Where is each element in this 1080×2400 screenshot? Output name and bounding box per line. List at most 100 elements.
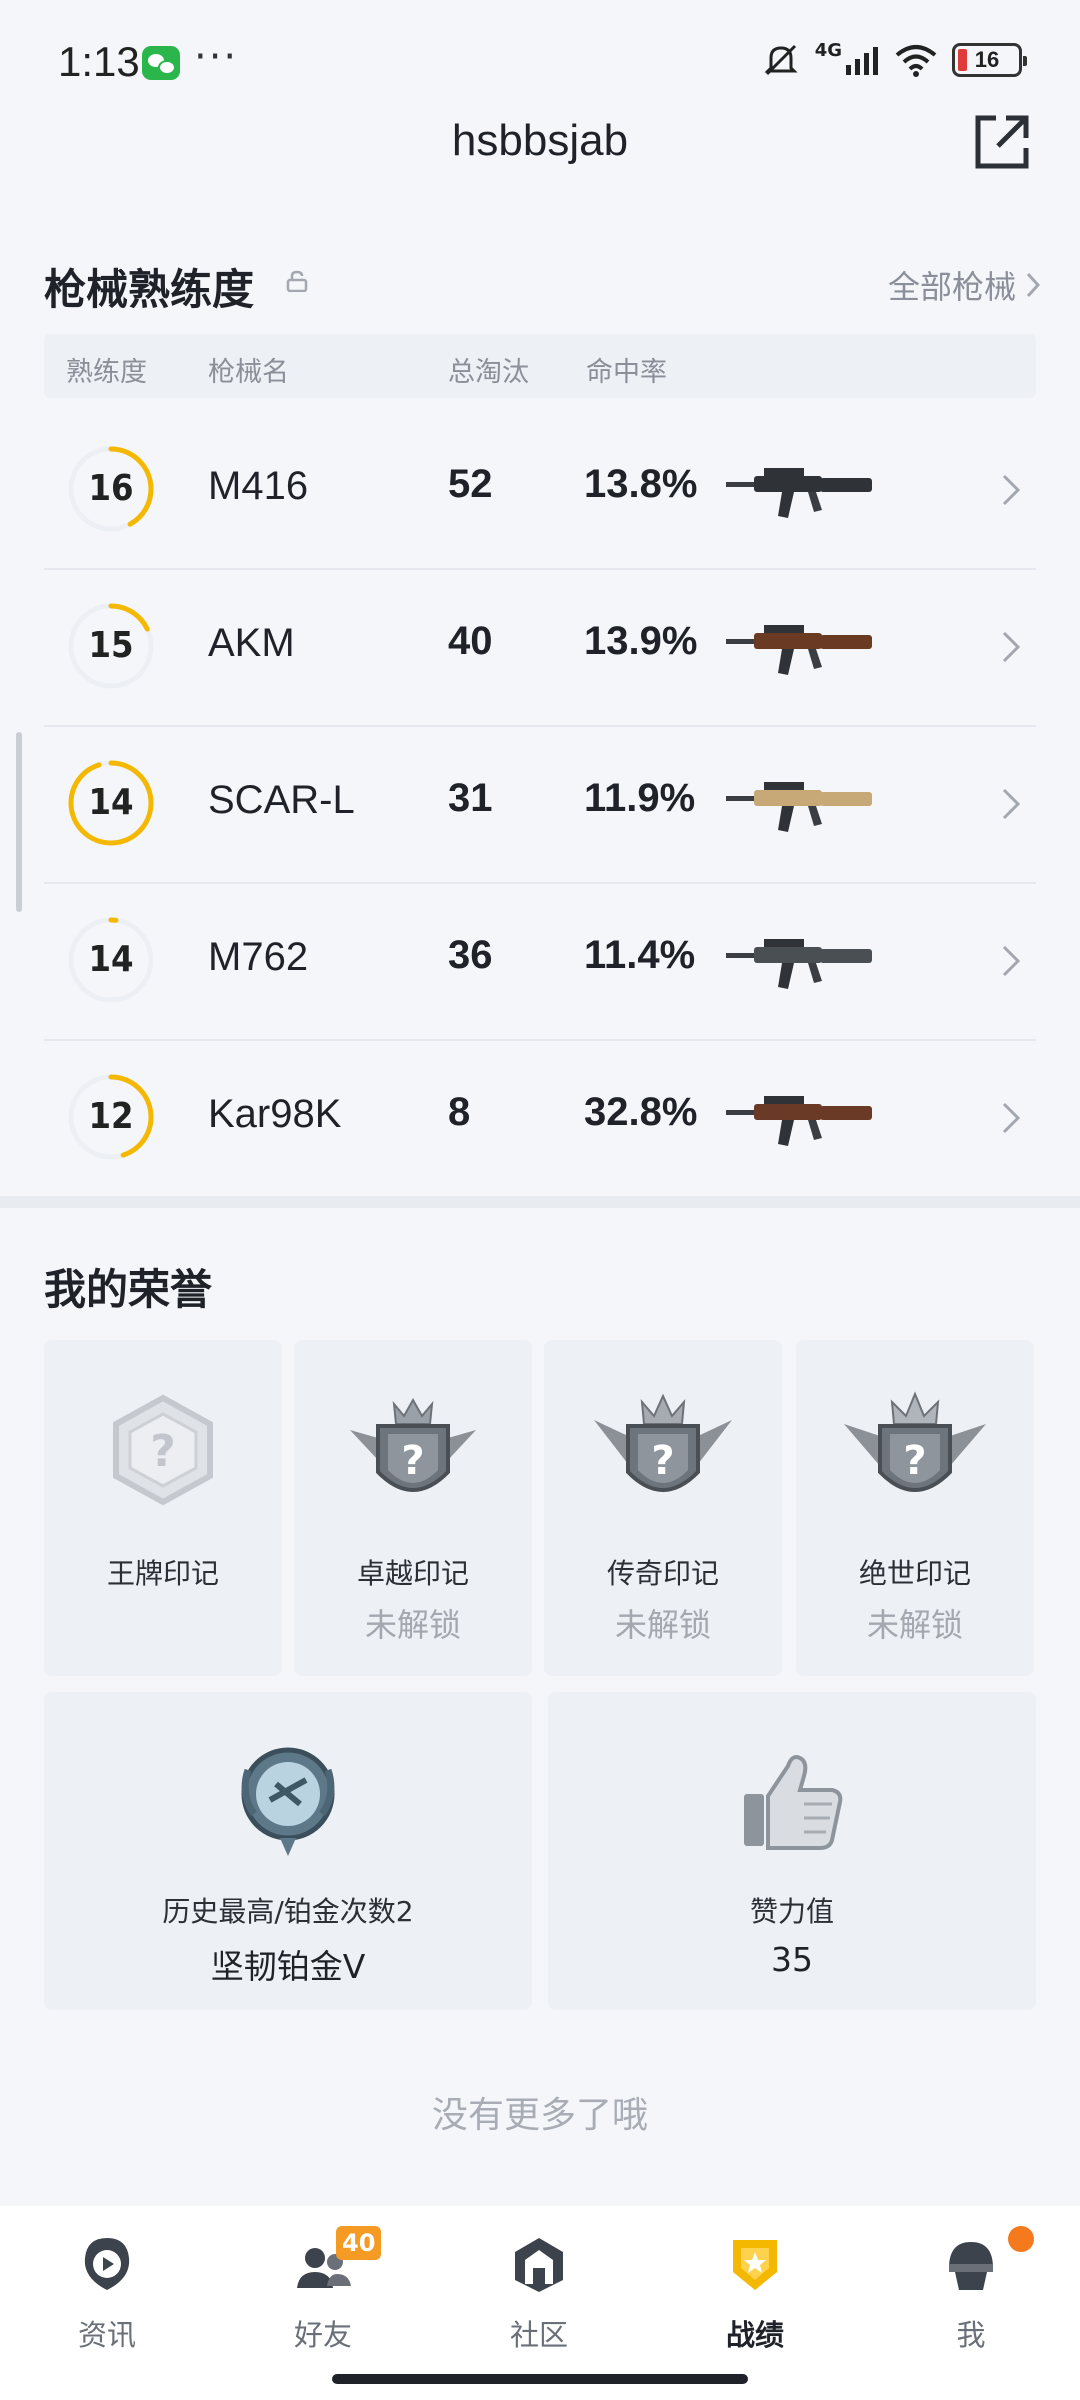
weapon-mastery-title: 枪械熟练度 <box>44 265 255 314</box>
likes-label: 赞力值 <box>749 1895 834 1928</box>
mastery-level: 16 <box>88 468 134 509</box>
badge-card-legend[interactable]: ? 传奇印记 未解锁 <box>544 1340 782 1676</box>
scar-rifle-icon <box>726 782 872 832</box>
mastery-level: 14 <box>88 782 134 823</box>
badge-status: 未解锁 <box>364 1606 461 1644</box>
wifi-icon <box>895 45 937 77</box>
svg-text:?: ? <box>903 1438 926 1484</box>
records-icon <box>733 2240 777 2290</box>
badge-name: 传奇印记 <box>606 1557 719 1590</box>
col-weapon-name: 枪械名 <box>208 357 289 388</box>
rank-value: 坚韧铂金V <box>210 1947 366 1986</box>
nav-label: 资讯 <box>77 2318 136 2352</box>
weapon-kills: 40 <box>448 619 493 663</box>
chevron-right-icon <box>1002 788 1021 820</box>
svg-text:?: ? <box>150 1426 176 1477</box>
weapon-row[interactable]: 12 Kar98K 8 32.8% <box>44 1042 1036 1198</box>
assault-rifle-icon <box>726 468 872 518</box>
mastery-level: 12 <box>88 1096 134 1137</box>
badge-name: 王牌印记 <box>106 1557 219 1590</box>
bottom-nav: 资讯 40 好友 社区 战绩 我 <box>0 2206 1080 2400</box>
rank-label: 历史最高/铂金次数2 <box>162 1895 414 1928</box>
col-total-kills: 总淘汰 <box>448 357 529 388</box>
end-of-list-text: 没有更多了哦 <box>431 2095 648 2136</box>
likes-card[interactable]: 赞力值 35 <box>548 1692 1036 2010</box>
weapon-name: AKM <box>208 621 295 665</box>
badge-card-excellence[interactable]: ? 卓越印记 未解锁 <box>294 1340 532 1676</box>
weapon-row[interactable]: 16 M416 52 13.8% <box>44 414 1036 570</box>
community-icon <box>515 2238 563 2292</box>
signal-icon <box>846 47 878 75</box>
weapon-row[interactable]: 14 M762 36 11.4% <box>44 885 1036 1041</box>
friends-badge: 40 <box>336 2226 382 2260</box>
scroll-indicator <box>16 732 22 912</box>
section-divider <box>0 1196 1080 1208</box>
akm-rifle-icon <box>726 625 872 675</box>
news-icon <box>84 2238 130 2290</box>
nav-item-records[interactable]: 战绩 <box>680 2226 830 2356</box>
badge-name: 卓越印记 <box>356 1557 469 1590</box>
page-title: hsbbsjab <box>451 116 629 165</box>
chevron-right-icon <box>1002 474 1021 506</box>
share-icon[interactable] <box>972 112 1032 172</box>
weapon-name: Kar98K <box>208 1092 342 1136</box>
battery-icon: 16 <box>952 43 1027 77</box>
platinum-rank-icon <box>241 1747 335 1856</box>
svg-text:?: ? <box>401 1438 424 1484</box>
weapon-name: SCAR-L <box>208 778 355 822</box>
battery-level: 16 <box>974 47 1000 72</box>
nav-item-community[interactable]: 社区 <box>464 2226 614 2356</box>
locked-badge-icon: ? <box>113 1394 213 1506</box>
nav-item-profile[interactable]: 我 <box>896 2226 1046 2356</box>
nav-label: 好友 <box>293 2318 352 2352</box>
weapon-kills: 52 <box>448 462 493 506</box>
nav-item-news[interactable]: 资讯 <box>32 2226 182 2356</box>
sniper-rifle-icon <box>726 1096 872 1146</box>
all-weapons-label: 全部枪械 <box>887 268 1016 306</box>
m762-rifle-icon <box>726 939 872 989</box>
crowned-badge-icon: ? <box>350 1397 476 1492</box>
chevron-right-icon <box>1002 1102 1021 1134</box>
weapon-row[interactable]: 14 SCAR-L 31 11.9% <box>44 728 1036 884</box>
chevron-right-icon <box>1002 945 1021 977</box>
mute-icon <box>764 44 798 76</box>
more-notifications-icon: ··· <box>194 34 239 80</box>
badge-status: 未解锁 <box>614 1606 711 1644</box>
weapon-hit-rate: 13.9% <box>584 619 698 663</box>
svg-text:?: ? <box>651 1438 674 1484</box>
col-hit-rate: 命中率 <box>586 357 667 388</box>
home-indicator[interactable] <box>332 2374 748 2384</box>
crowned-badge-icon: ? <box>844 1391 986 1492</box>
rank-card[interactable]: 历史最高/铂金次数2 坚韧铂金V <box>44 1692 532 2010</box>
nav-label: 战绩 <box>725 2318 784 2352</box>
weapon-hit-rate: 32.8% <box>584 1090 698 1134</box>
weapon-hit-rate: 11.9% <box>584 776 696 820</box>
nav-item-friends[interactable]: 40 好友 <box>248 2226 398 2356</box>
nav-label: 社区 <box>509 2318 568 2352</box>
wechat-icon <box>142 46 180 80</box>
mastery-level: 14 <box>88 939 134 980</box>
thumbs-up-icon <box>744 1755 843 1850</box>
badge-card-peerless[interactable]: ? 绝世印记 未解锁 <box>796 1340 1034 1676</box>
weapon-name: M762 <box>208 935 309 979</box>
status-time: 1:13 <box>58 38 140 85</box>
honors-title: 我的荣誉 <box>44 1265 213 1314</box>
weapon-hit-rate: 11.4% <box>584 933 696 977</box>
nav-label: 我 <box>956 2318 986 2352</box>
crowned-badge-icon: ? <box>594 1393 732 1492</box>
status-bar: 1:13 ··· 4G 16 <box>0 0 1080 120</box>
all-weapons-link[interactable]: 全部枪械 <box>888 262 1040 308</box>
status-icons: 4G 16 <box>761 40 1027 80</box>
weapon-row[interactable]: 15 AKM 40 13.9% <box>44 571 1036 727</box>
badge-name: 绝世印记 <box>858 1557 971 1590</box>
likes-value: 35 <box>771 1940 813 1979</box>
weapon-table-header: 熟练度 枪械名 总淘汰 命中率 <box>44 334 1036 398</box>
profile-icon <box>949 2242 993 2290</box>
mastery-level: 15 <box>88 625 134 666</box>
weapon-kills: 31 <box>448 776 493 820</box>
badge-card-ace[interactable]: ? 王牌印记 <box>44 1340 282 1676</box>
weapon-kills: 36 <box>448 933 493 977</box>
weapon-hit-rate: 13.8% <box>584 462 698 506</box>
weapon-kills: 8 <box>448 1090 471 1134</box>
badge-status: 未解锁 <box>866 1606 963 1644</box>
